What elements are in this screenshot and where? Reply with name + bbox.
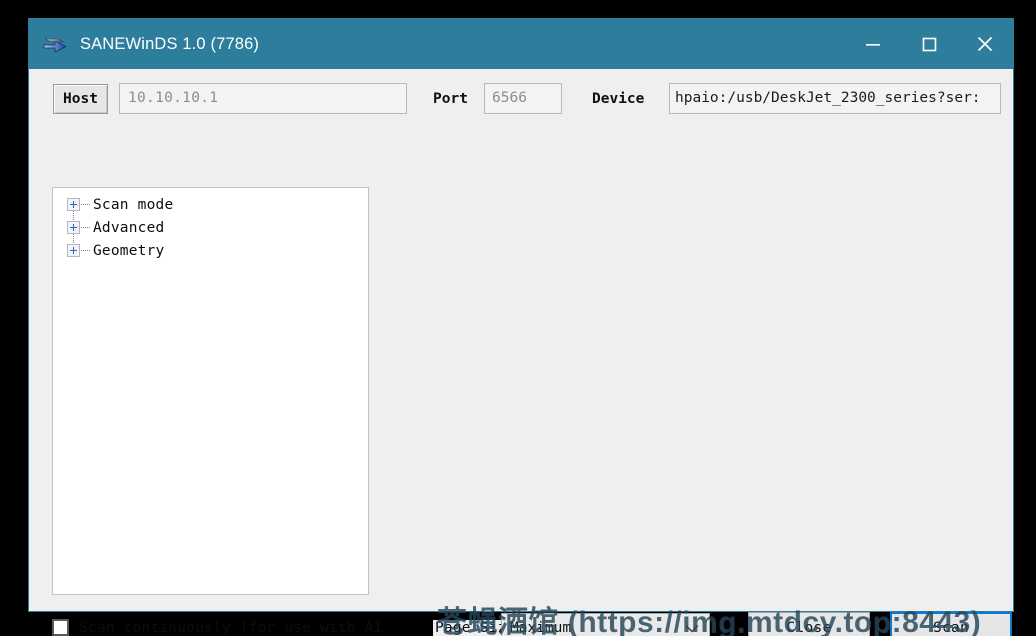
tree-item-label: Advanced bbox=[93, 219, 165, 236]
tree-item-label: Scan mode bbox=[93, 196, 174, 213]
device-label: Device bbox=[592, 91, 645, 107]
close-icon bbox=[977, 36, 993, 52]
tree-connector-dots bbox=[81, 250, 90, 251]
plus-icon[interactable] bbox=[67, 244, 80, 257]
chevron-down-icon bbox=[685, 624, 699, 633]
tree-connector-line bbox=[73, 234, 74, 244]
page-size-select[interactable]: Maximum bbox=[501, 613, 710, 636]
close-dialog-button[interactable]: Close bbox=[748, 612, 870, 636]
maximize-button[interactable] bbox=[901, 19, 957, 69]
tree-item-geometry[interactable]: Geometry bbox=[53, 234, 368, 262]
scan-button[interactable]: Scan bbox=[890, 612, 1012, 636]
tree-connector-line bbox=[73, 211, 74, 221]
tree-item-scan-mode[interactable]: Scan mode bbox=[53, 193, 368, 221]
maximize-icon bbox=[922, 37, 937, 52]
minimize-button[interactable] bbox=[845, 19, 901, 69]
tree-item-advanced[interactable]: Advanced bbox=[53, 211, 368, 244]
title-bar: SANEWinDS 1.0 (7786) bbox=[29, 19, 1013, 69]
port-input[interactable]: 6566 bbox=[484, 83, 562, 114]
tree-connector-dots bbox=[81, 204, 90, 205]
scan-continuously-label: Scan continuously (for use with AI bbox=[79, 619, 383, 636]
plus-icon[interactable] bbox=[67, 198, 80, 211]
caption-button-group bbox=[845, 19, 1013, 69]
port-label: Port bbox=[433, 91, 468, 107]
tree-connector-dots bbox=[81, 227, 90, 228]
page-size-value: Maximum bbox=[510, 620, 572, 636]
host-button[interactable]: Host bbox=[53, 84, 108, 114]
application-window: SANEWinDS 1.0 (7786) Host 10.10.10.1 Por… bbox=[28, 18, 1014, 636]
plus-icon[interactable] bbox=[67, 221, 80, 234]
scan-continuously-checkbox[interactable]: Scan continuously (for use with AI bbox=[52, 619, 383, 636]
device-input[interactable]: hpaio:/usb/DeskJet_2300_series?ser: bbox=[669, 83, 1001, 114]
checkbox-box[interactable] bbox=[52, 619, 69, 636]
options-tree[interactable]: Scan mode Advanced Geometry bbox=[52, 187, 369, 595]
window-content: Host 10.10.10.1 Port 6566 Device hpaio:/… bbox=[29, 69, 1013, 636]
tree-item-label: Geometry bbox=[93, 242, 165, 259]
bottom-controls: Scan continuously (for use with AI Page … bbox=[29, 611, 1013, 636]
close-button[interactable] bbox=[957, 19, 1013, 69]
window-title: SANEWinDS 1.0 (7786) bbox=[80, 34, 260, 53]
connection-row: Host 10.10.10.1 Port 6566 Device hpaio:/… bbox=[29, 83, 1013, 117]
host-input[interactable]: 10.10.10.1 bbox=[119, 83, 407, 114]
scanner-icon bbox=[42, 33, 68, 55]
minimize-icon bbox=[866, 44, 880, 46]
